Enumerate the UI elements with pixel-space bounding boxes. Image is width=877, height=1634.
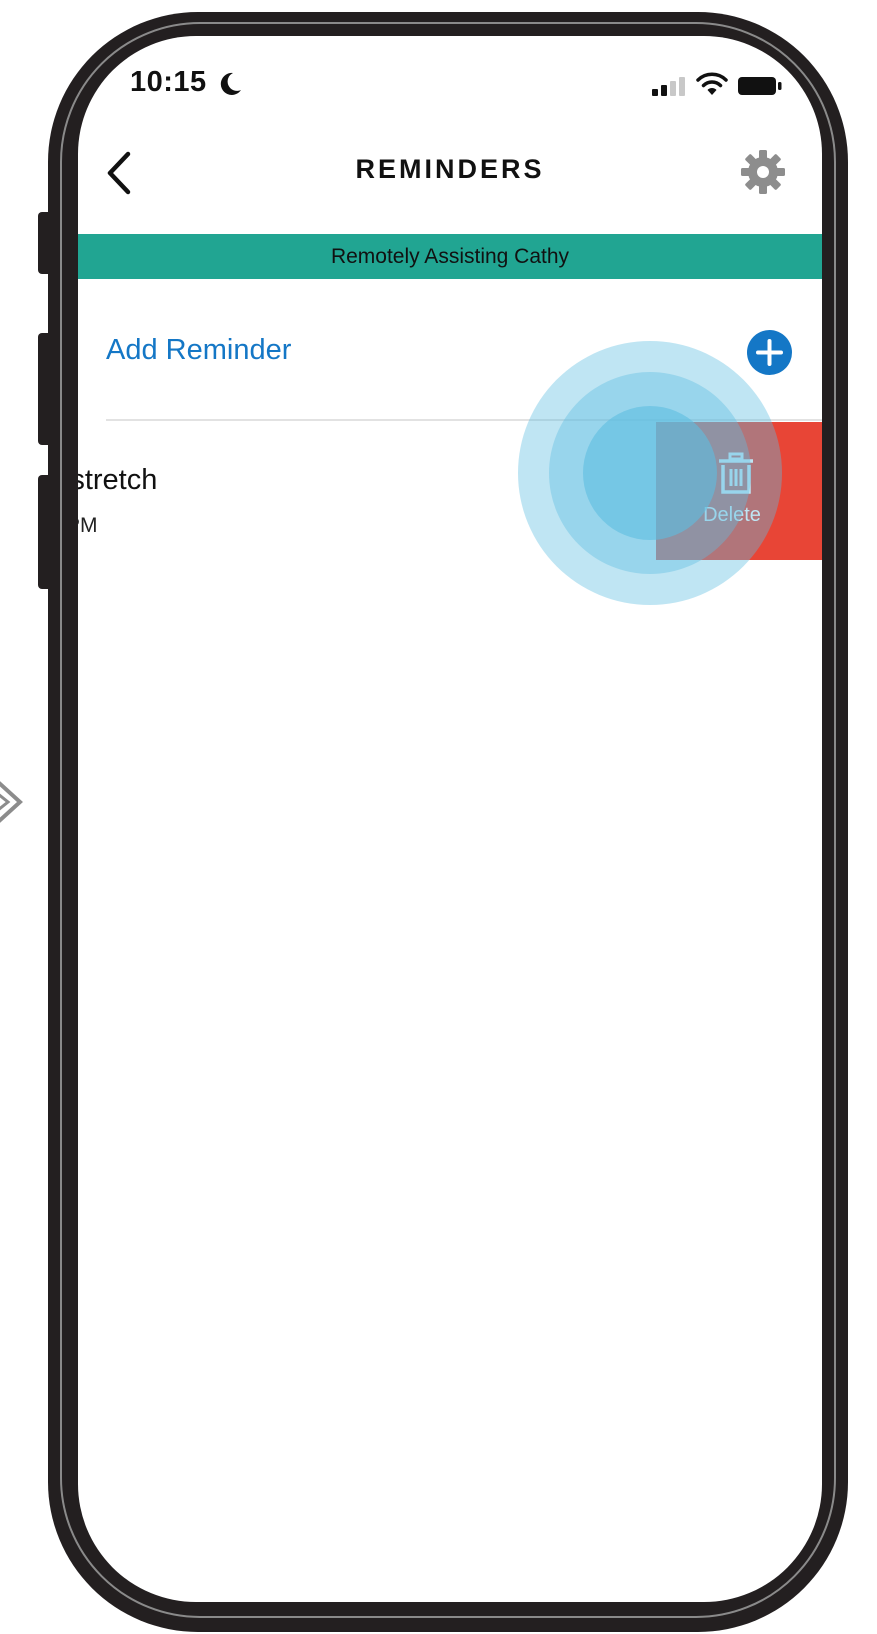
reminder-title: nd stretch — [78, 464, 158, 496]
remote-assist-banner: Remotely Assisting Cathy — [78, 234, 822, 279]
delete-button[interactable]: Delete — [656, 422, 822, 560]
cellular-signal-icon — [652, 77, 685, 96]
status-time: 10:15 — [130, 66, 207, 98]
reminder-item[interactable]: nd stretch PM — [78, 422, 650, 560]
reminder-time: PM — [78, 514, 98, 537]
settings-button[interactable] — [739, 148, 787, 196]
list-item: nd stretch PM Delete — [78, 422, 822, 560]
add-reminder-button[interactable]: Add Reminder — [78, 304, 822, 396]
delete-label: Delete — [703, 504, 761, 526]
page-title: REMINDERS — [355, 154, 545, 184]
wifi-icon — [696, 72, 728, 95]
battery-icon — [738, 77, 782, 95]
gear-icon — [741, 150, 785, 194]
swipe-left-arrow-icon — [0, 781, 23, 823]
divider — [106, 419, 822, 421]
phone-screen: 10:15 REMINDERS Remotely Assisting Cathy… — [78, 36, 822, 1602]
page: 10:15 REMINDERS Remotely Assisting Cathy… — [0, 0, 877, 1634]
add-reminder-label: Add Reminder — [106, 334, 292, 366]
moon-icon — [220, 72, 241, 95]
plus-circle-icon[interactable] — [747, 330, 792, 375]
trash-icon — [719, 452, 753, 494]
